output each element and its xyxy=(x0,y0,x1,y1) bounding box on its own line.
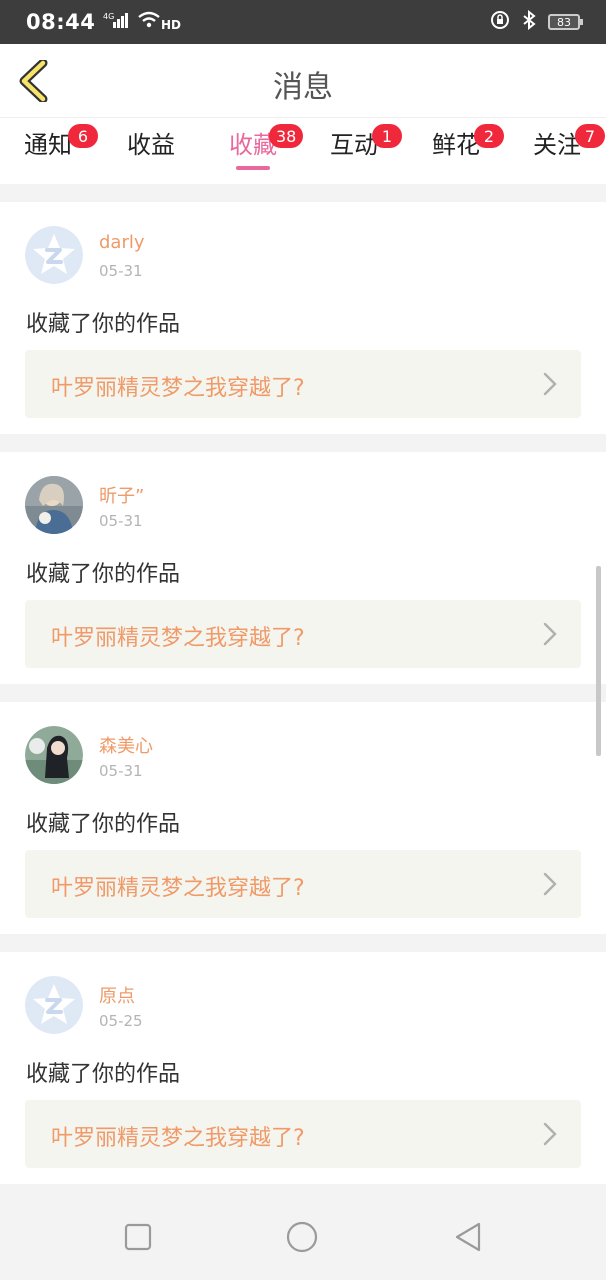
work-link[interactable]: 叶罗丽精灵梦之我穿越了? xyxy=(25,1100,581,1168)
timestamp: 05-25 xyxy=(99,1012,143,1030)
home-button[interactable] xyxy=(285,1220,319,1254)
triangle-back-icon xyxy=(455,1222,481,1252)
user-photo-icon xyxy=(25,726,83,784)
signal-icon: 4G xyxy=(103,11,129,33)
timestamp: 05-31 xyxy=(99,762,143,780)
tab-favorites[interactable]: 收藏 38 xyxy=(229,124,304,176)
avatar[interactable] xyxy=(25,726,83,784)
recents-button[interactable] xyxy=(121,1220,155,1254)
square-icon xyxy=(124,1223,152,1251)
work-link[interactable]: 叶罗丽精灵梦之我穿越了? xyxy=(25,350,581,418)
bluetooth-icon xyxy=(522,9,536,34)
tab-label: 关注 xyxy=(533,131,581,159)
tab-flowers[interactable]: 鲜花 2 xyxy=(432,124,504,176)
lock-rotation-icon xyxy=(490,10,510,34)
list-item: 昕子” 05-31 收藏了你的作品 叶罗丽精灵梦之我穿越了? xyxy=(0,452,606,684)
tab-following[interactable]: 关注 7 xyxy=(533,124,605,176)
list-item: 森美心 05-31 收藏了你的作品 叶罗丽精灵梦之我穿越了? xyxy=(0,702,606,934)
user-name[interactable]: darly xyxy=(99,232,145,253)
list-item: 原点 05-25 收藏了你的作品 叶罗丽精灵梦之我穿越了? xyxy=(0,952,606,1184)
action-text: 收藏了你的作品 xyxy=(26,1062,181,1087)
action-text: 收藏了你的作品 xyxy=(26,812,181,837)
status-time: 08:44 xyxy=(26,10,96,34)
tab-badge: 1 xyxy=(372,124,402,148)
tab-earnings[interactable]: 收益 xyxy=(127,130,175,176)
chevron-right-icon xyxy=(543,1122,557,1146)
user-name[interactable]: 昕子” xyxy=(99,482,144,508)
system-nav-bar xyxy=(0,1186,606,1280)
avatar[interactable] xyxy=(25,226,83,284)
header: 消息 xyxy=(0,44,606,118)
tab-interactions[interactable]: 互动 1 xyxy=(330,124,402,176)
page-title: 消息 xyxy=(273,70,333,105)
wifi-icon: HD xyxy=(137,10,181,34)
user-name[interactable]: 原点 xyxy=(99,982,135,1008)
hd-label: HD xyxy=(161,18,181,30)
work-title: 叶罗丽精灵梦之我穿越了? xyxy=(51,876,305,901)
timestamp: 05-31 xyxy=(99,512,143,530)
timestamp: 05-31 xyxy=(99,262,143,280)
tab-badge: 6 xyxy=(68,124,98,148)
work-title: 叶罗丽精灵梦之我穿越了? xyxy=(51,626,305,651)
work-title: 叶罗丽精灵梦之我穿越了? xyxy=(51,1126,305,1151)
active-tab-indicator xyxy=(236,166,270,170)
tab-label: 收益 xyxy=(127,131,175,159)
default-avatar-icon xyxy=(25,976,83,1034)
work-title: 叶罗丽精灵梦之我穿越了? xyxy=(51,376,305,401)
tab-label: 通知 xyxy=(24,131,72,159)
status-bar: 08:44 4G HD 83 xyxy=(0,0,606,44)
action-text: 收藏了你的作品 xyxy=(26,562,181,587)
work-link[interactable]: 叶罗丽精灵梦之我穿越了? xyxy=(25,850,581,918)
avatar[interactable] xyxy=(25,976,83,1034)
list-item: darly 05-31 收藏了你的作品 叶罗丽精灵梦之我穿越了? xyxy=(0,202,606,434)
avatar[interactable] xyxy=(25,476,83,534)
tab-badge: 7 xyxy=(575,124,605,148)
work-link[interactable]: 叶罗丽精灵梦之我穿越了? xyxy=(25,600,581,668)
network-type: 4G xyxy=(103,12,114,21)
chevron-right-icon xyxy=(543,372,557,396)
tab-badge: 38 xyxy=(269,124,304,148)
system-back-button[interactable] xyxy=(451,1220,485,1254)
scrollbar[interactable] xyxy=(596,566,601,756)
tab-label: 互动 xyxy=(330,131,378,159)
battery-icon: 83 xyxy=(548,14,583,30)
user-photo-icon xyxy=(25,476,83,534)
tab-badge: 2 xyxy=(474,124,504,148)
tab-bar: 通知 6 收益 收藏 38 互动 1 鲜花 2 关注 7 xyxy=(0,118,606,184)
default-avatar-icon xyxy=(25,226,83,284)
tab-notifications[interactable]: 通知 6 xyxy=(24,124,98,176)
circle-icon xyxy=(286,1221,318,1253)
chevron-right-icon xyxy=(543,622,557,646)
user-name[interactable]: 森美心 xyxy=(99,732,153,758)
chevron-right-icon xyxy=(543,872,557,896)
battery-level: 83 xyxy=(557,15,571,29)
action-text: 收藏了你的作品 xyxy=(26,312,181,337)
tab-label: 鲜花 xyxy=(432,131,480,159)
